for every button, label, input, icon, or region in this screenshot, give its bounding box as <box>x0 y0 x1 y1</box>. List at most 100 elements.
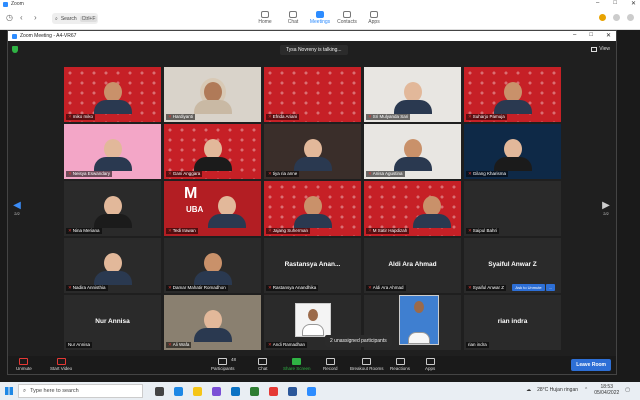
mic-muted-icon: ✕ <box>268 342 272 347</box>
security-shield-icon[interactable] <box>12 46 18 53</box>
forward-icon[interactable]: › <box>34 13 37 22</box>
mic-muted-icon: ✕ <box>368 171 372 176</box>
ask-to-unmute-button[interactable]: Ask to Unmute <box>512 284 545 291</box>
system-tray: ☁ 28°C Hujan ringan ⌃ 18:53 05/04/2022 ▢ <box>526 384 630 396</box>
video-tile[interactable]: ✕Ali Wafa <box>164 295 261 350</box>
app-toolbar: ◷ ‹ › ⌕ Search Ctrl+F Home Chat Meetings… <box>0 8 640 30</box>
history-icon[interactable]: ◷ <box>6 13 13 22</box>
search-icon: ⌕ <box>55 15 58 22</box>
video-tile[interactable]: ✕Jajang Suherman <box>264 181 361 236</box>
participant-display-name: Rastansya Anan... <box>284 261 341 268</box>
more-options-button[interactable]: ... <box>545 284 555 291</box>
task-view-icon[interactable] <box>155 386 164 396</box>
video-tile[interactable]: ✕Damar Mahatir Romadhon <box>164 238 261 293</box>
video-tile[interactable]: Rastansya Anan... ✕Rastansya Anandhika <box>264 238 361 293</box>
video-tile[interactable]: ✕Neisya Eswandary <box>64 124 161 179</box>
start-video-button[interactable]: Start Video <box>50 358 72 371</box>
alert-icon[interactable] <box>599 14 606 21</box>
page-indicator: 2/2 <box>14 211 20 216</box>
mic-muted-icon: ✕ <box>168 285 172 290</box>
close-icon[interactable]: ✕ <box>606 32 611 39</box>
tab-meetings[interactable]: Meetings <box>308 11 332 25</box>
video-tile[interactable]: ✕tiya ria anne <box>264 124 361 179</box>
profile-picture <box>399 295 439 345</box>
taskbar-search-placeholder: Type here to search <box>30 388 79 394</box>
view-button[interactable]: View <box>591 46 610 52</box>
video-tile[interactable]: Nur Annisa Nur Annisa <box>64 295 161 350</box>
video-tile[interactable]: Aldi Ara Ahmad ✕Aldi Ara Ahmad <box>364 238 461 293</box>
zoom-taskbar-icon[interactable] <box>307 386 316 396</box>
video-tile[interactable]: rian indra rian indra <box>464 295 561 350</box>
taskbar-search[interactable]: ⌕ Type here to search <box>18 384 143 398</box>
next-page-button[interactable]: ▶ 2/2 <box>601 201 611 217</box>
reactions-button[interactable]: Reactions <box>390 358 410 371</box>
participant-name-tag: ✕Gilang Kharisma <box>466 171 509 177</box>
avatar[interactable] <box>627 14 634 21</box>
participant-display-name: Aldi Ara Ahmad <box>388 261 437 268</box>
notifications-icon[interactable]: ▢ <box>625 387 630 393</box>
video-tile[interactable]: ✕Hardiyanti <box>164 67 261 122</box>
mail-icon[interactable] <box>231 386 240 396</box>
weather-icon[interactable]: ☁ <box>526 387 531 393</box>
chrome-icon[interactable] <box>269 386 278 396</box>
record-button[interactable]: Record <box>323 358 338 371</box>
edge-icon[interactable] <box>174 386 183 396</box>
video-tile[interactable]: ✕Gilang Kharisma <box>464 124 561 179</box>
unassigned-participants-notice[interactable]: 2 unassigned participants <box>325 335 392 347</box>
participant-name-tag: ✕Ali Wafa <box>166 342 192 348</box>
file-explorer-icon[interactable] <box>193 386 202 396</box>
page-indicator: 2/2 <box>603 211 609 216</box>
settings-icon[interactable] <box>613 14 620 21</box>
weather-text[interactable]: 28°C Hujan ringan <box>537 387 578 393</box>
minimize-icon[interactable]: – <box>596 0 599 7</box>
video-tile[interactable]: ✕Efrida Ariani <box>264 67 361 122</box>
store-icon[interactable] <box>212 386 221 396</box>
tab-chat[interactable]: Chat <box>281 11 305 25</box>
breakout-rooms-icon <box>362 358 372 365</box>
video-tile[interactable]: ✕Gani Anggara <box>164 124 261 179</box>
video-tile[interactable]: ✕Anisa Agustina <box>364 124 461 179</box>
video-tile[interactable]: ✕miko miko <box>64 67 161 122</box>
chat-button[interactable]: Chat <box>258 358 268 371</box>
participant-video <box>193 253 232 285</box>
video-tile[interactable]: ✕Suharjo Pamuja <box>464 67 561 122</box>
previous-page-button[interactable]: ◀ 2/2 <box>12 201 22 217</box>
participant-name-tag: ✕M Satir Hapdizah <box>366 228 410 234</box>
video-tile[interactable]: M UBA ✕Tedi Irawan <box>164 181 261 236</box>
video-tile[interactable]: ✕Nadira Annisthia <box>64 238 161 293</box>
tab-apps[interactable]: Apps <box>362 11 386 25</box>
start-button[interactable] <box>0 382 18 400</box>
unmute-button[interactable]: Unmute <box>16 358 32 371</box>
video-tile[interactable]: ✕Nina Meriana <box>64 181 161 236</box>
mic-muted-icon: ✕ <box>368 228 372 233</box>
breakout-rooms-button[interactable]: Breakout Rooms <box>350 358 384 371</box>
tab-contacts[interactable]: Contacts <box>335 11 359 25</box>
participant-video <box>193 139 232 171</box>
back-icon[interactable]: ‹ <box>20 13 23 22</box>
video-tile[interactable]: ✕Saipul Bahri <box>464 181 561 236</box>
close-icon[interactable]: ✕ <box>631 0 636 7</box>
share-screen-button[interactable]: Share Screen <box>283 358 311 371</box>
video-tile[interactable]: ✕Sri Mulyanda Sari <box>364 67 461 122</box>
participants-icon <box>218 358 228 365</box>
leave-room-button[interactable]: Leave Room <box>571 359 611 371</box>
video-tile[interactable]: ✕M Satir Hapdizah <box>364 181 461 236</box>
video-tile[interactable]: Syaiful Anwar Z Ask to Unmute ... ✕Syaif… <box>464 238 561 293</box>
word-icon[interactable] <box>288 386 297 396</box>
chat-icon <box>258 358 268 365</box>
tab-home[interactable]: Home <box>253 11 277 25</box>
apps-button[interactable]: Apps <box>425 358 435 371</box>
mic-muted-icon: ✕ <box>268 171 272 176</box>
participant-name-tag: ✕Saipul Bahri <box>466 228 500 234</box>
clock[interactable]: 18:53 05/04/2022 <box>594 384 619 396</box>
minimize-icon[interactable]: – <box>573 32 576 39</box>
participant-name-tag: ✕miko miko <box>66 114 96 120</box>
maximize-icon[interactable]: □ <box>589 32 593 39</box>
wifi-icon[interactable]: ⌃ <box>584 387 588 393</box>
share-screen-icon <box>292 358 302 365</box>
maximize-icon[interactable]: □ <box>613 0 617 7</box>
excel-icon[interactable] <box>250 386 259 396</box>
search-box[interactable]: ⌕ Search Ctrl+F <box>52 13 98 24</box>
zoom-logo-icon <box>3 1 8 7</box>
home-icon <box>261 11 269 18</box>
